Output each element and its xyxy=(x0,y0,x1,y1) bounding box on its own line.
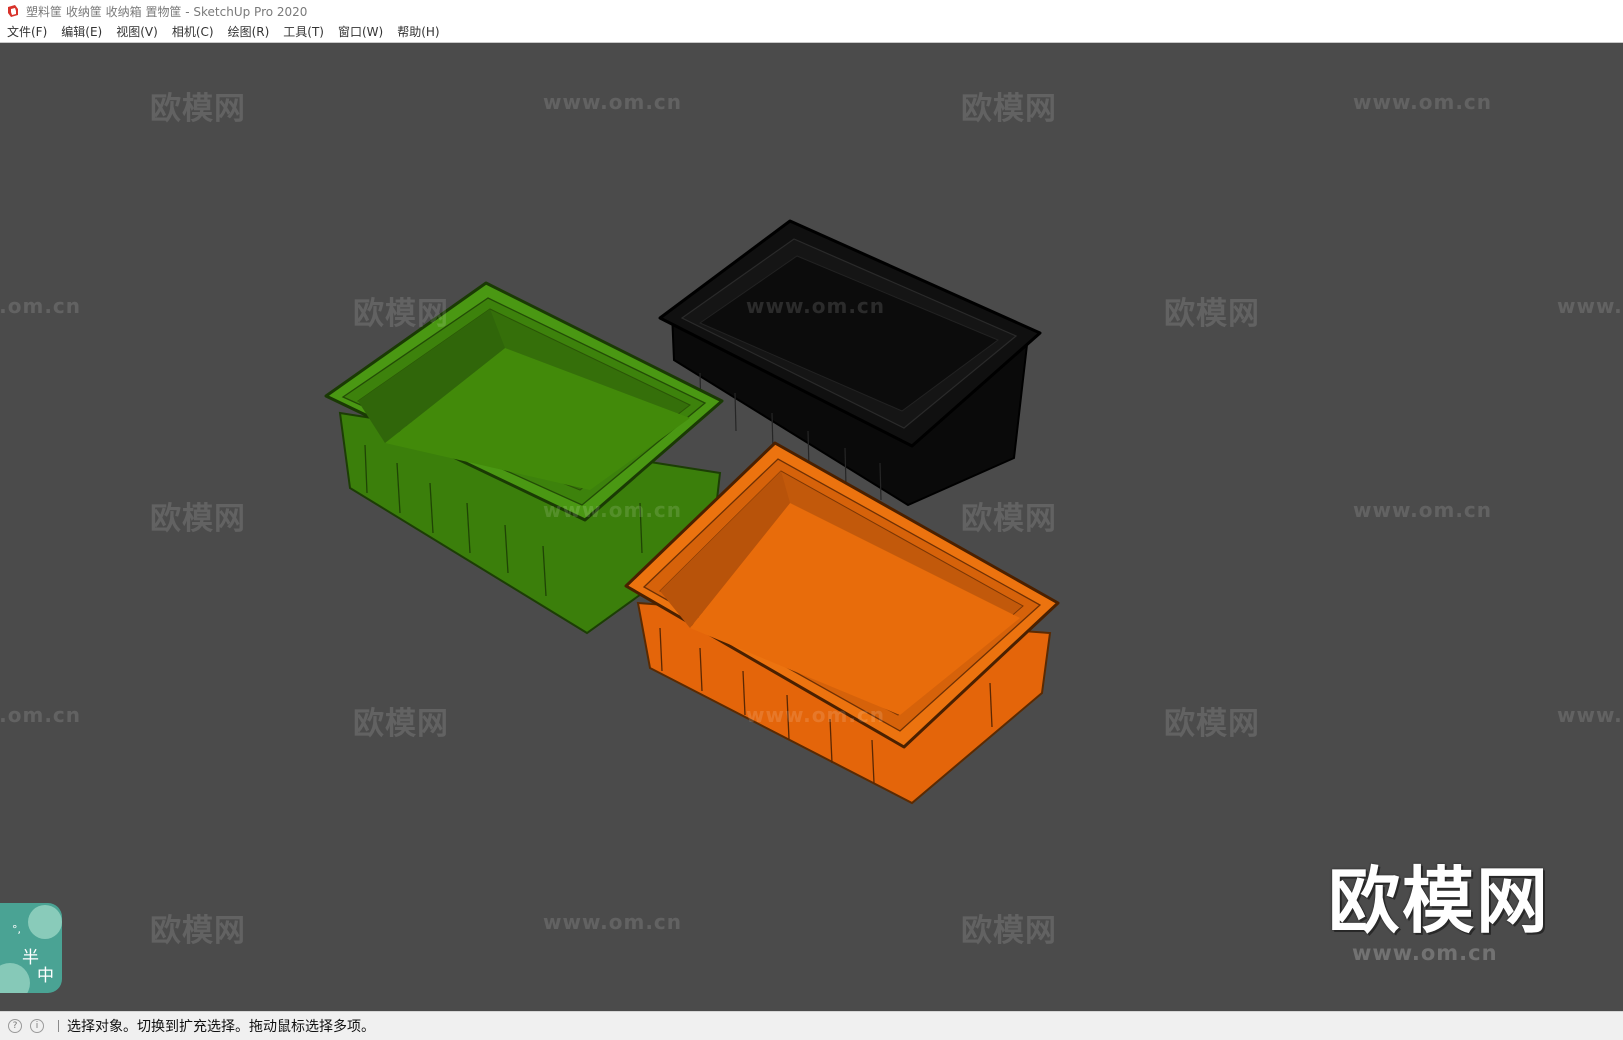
menu-window[interactable]: 窗口(W) xyxy=(331,22,390,43)
watermark-cn: 欧模网 xyxy=(353,296,449,332)
ime-mode-label: 中 xyxy=(37,966,54,986)
menu-edit[interactable]: 编辑(E) xyxy=(54,22,109,43)
watermark-url: www.om.cn xyxy=(1353,90,1493,114)
watermark-url: www.om.cn xyxy=(0,703,82,727)
brand-logo: 欧模网 xyxy=(1328,859,1551,943)
brand-url: www.om.cn xyxy=(1352,941,1498,965)
menu-draw[interactable]: 绘图(R) xyxy=(221,22,277,43)
info-icon[interactable]: i xyxy=(30,1019,44,1033)
menu-help[interactable]: 帮助(H) xyxy=(390,22,446,43)
watermark-url: www.om.cn xyxy=(746,703,886,727)
ime-decoration xyxy=(28,905,62,939)
watermark-url: www.om.cn xyxy=(0,294,82,318)
title-bar: 塑料筐 收纳筐 收纳箱 置物筐 - SketchUp Pro 2020 xyxy=(0,0,1623,22)
watermark-cn: 欧模网 xyxy=(150,501,246,537)
ime-punctuation-icon: °, xyxy=(12,923,21,936)
menu-camera[interactable]: 相机(C) xyxy=(165,22,221,43)
watermark-url: www.om.cn xyxy=(543,90,683,114)
watermark-cn: 欧模网 xyxy=(961,913,1057,949)
status-text: 选择对象。切换到扩充选择。拖动鼠标选择多项。 xyxy=(67,1019,375,1035)
watermark-url: www.om.cn xyxy=(543,910,683,934)
status-divider xyxy=(58,1020,59,1032)
watermark-url: www.om.cn xyxy=(1557,703,1623,727)
watermark-cn: 欧模网 xyxy=(961,501,1057,537)
menu-file[interactable]: 文件(F) xyxy=(0,22,54,43)
menu-bar: 文件(F) 编辑(E) 视图(V) 相机(C) 绘图(R) 工具(T) 窗口(W… xyxy=(0,22,1623,43)
watermark-cn: 欧模网 xyxy=(961,91,1057,127)
watermark-url: www.om.cn xyxy=(746,294,886,318)
window-title: 塑料筐 收纳筐 收纳箱 置物筐 - SketchUp Pro 2020 xyxy=(26,4,308,19)
geo-location-icon[interactable]: ? xyxy=(8,1019,22,1033)
watermark-cn: 欧模网 xyxy=(150,913,246,949)
ime-status-badge[interactable]: °, 半 中 xyxy=(0,903,62,993)
status-bar: ? i 选择对象。切换到扩充选择。拖动鼠标选择多项。 xyxy=(0,1011,1623,1040)
menu-view[interactable]: 视图(V) xyxy=(109,22,165,43)
watermark-cn: 欧模网 xyxy=(353,706,449,742)
black-crate-model[interactable] xyxy=(658,219,1042,507)
sketchup-app-icon xyxy=(8,5,18,17)
menu-tools[interactable]: 工具(T) xyxy=(276,22,331,43)
model-viewport[interactable]: 欧模网 www.om.cn 欧模网 www.om.cn www.om.cn 欧模… xyxy=(0,43,1623,1011)
watermark-url: www.om.cn xyxy=(543,498,683,522)
watermark-cn: 欧模网 xyxy=(1164,706,1260,742)
watermark-url: www.om.cn xyxy=(1353,498,1493,522)
watermark-url: www.om.cn xyxy=(1557,294,1623,318)
watermark-cn: 欧模网 xyxy=(1164,296,1260,332)
watermark-cn: 欧模网 xyxy=(150,91,246,127)
